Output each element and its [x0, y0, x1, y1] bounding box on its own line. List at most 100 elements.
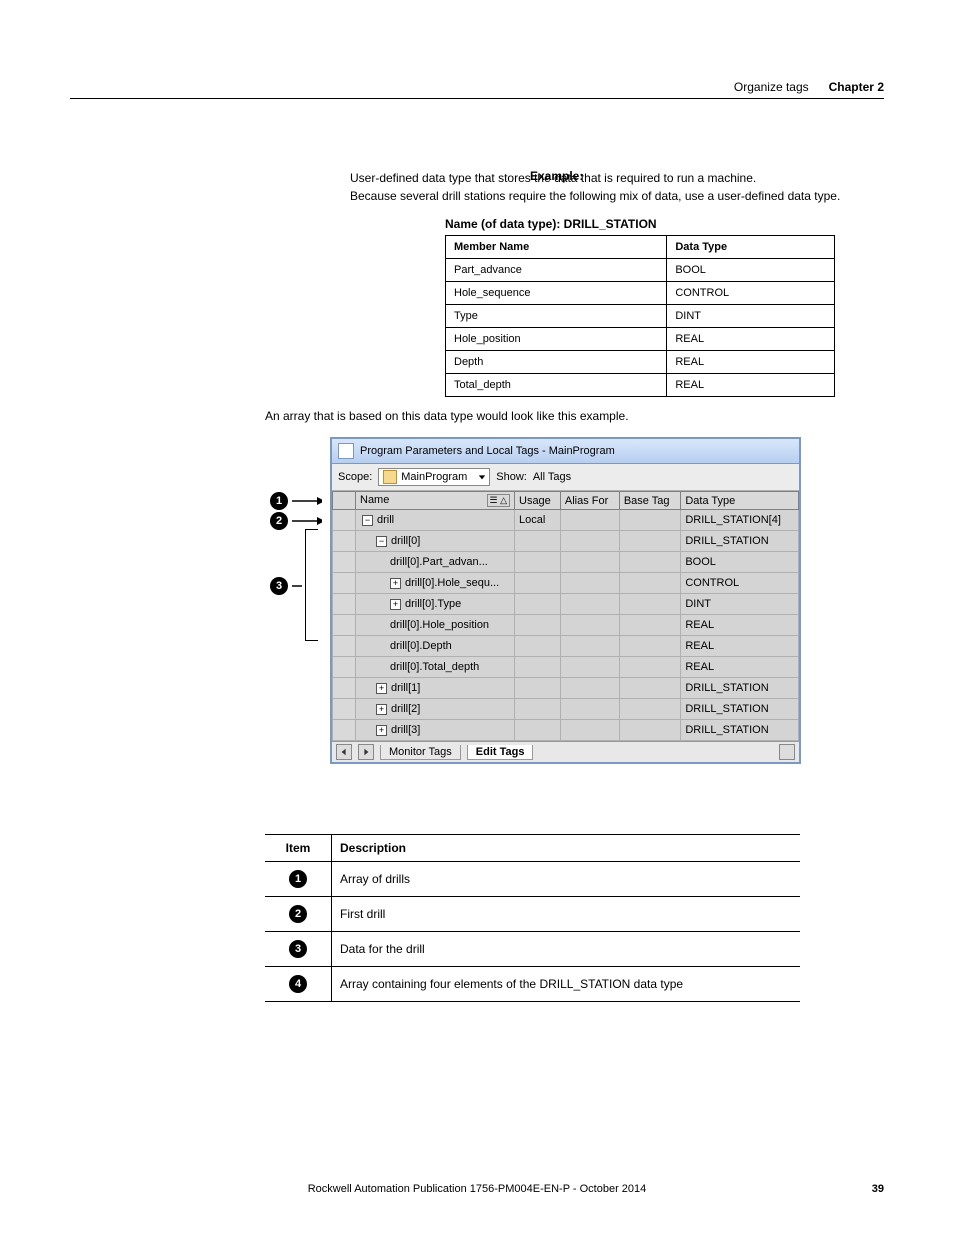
col-name[interactable]: Name ☰ △: [356, 492, 515, 510]
cell-datatype[interactable]: CONTROL: [681, 573, 799, 594]
scroll-left-button[interactable]: [336, 744, 352, 760]
cell-datatype[interactable]: DINT: [681, 594, 799, 615]
cell-alias[interactable]: [560, 636, 619, 657]
cell[interactable]: drill[0].Part_advan...: [356, 552, 515, 573]
cell-usage[interactable]: [515, 531, 561, 552]
cell-alias[interactable]: [560, 573, 619, 594]
row-header[interactable]: [333, 510, 356, 531]
col-datatype[interactable]: Data Type: [681, 492, 799, 510]
cell[interactable]: drill[0].Depth: [356, 636, 515, 657]
col-usage[interactable]: Usage: [515, 492, 561, 510]
row-header[interactable]: [333, 699, 356, 720]
expand-icon[interactable]: +: [376, 725, 387, 736]
col-alias[interactable]: Alias For: [560, 492, 619, 510]
cell-base[interactable]: [619, 531, 681, 552]
expand-icon[interactable]: +: [376, 704, 387, 715]
row-header[interactable]: [333, 657, 356, 678]
row-header[interactable]: [333, 573, 356, 594]
tab-edit[interactable]: Edit Tags: [467, 745, 534, 760]
row-header[interactable]: [333, 594, 356, 615]
table-row[interactable]: −drill[0] DRILL_STATION: [333, 531, 799, 552]
legend-desc-4: Array containing four elements of the DR…: [332, 967, 801, 1002]
cell-usage[interactable]: Local: [515, 510, 561, 531]
cell[interactable]: −drill[0]: [356, 531, 515, 552]
table-row[interactable]: drill[0].Depth REAL: [333, 636, 799, 657]
table-row[interactable]: +drill[2] DRILL_STATION: [333, 699, 799, 720]
cell-base[interactable]: [619, 699, 681, 720]
cell-datatype[interactable]: DRILL_STATION[4]: [681, 510, 799, 531]
cell-usage[interactable]: [515, 657, 561, 678]
cell-base[interactable]: [619, 636, 681, 657]
row-header[interactable]: [333, 552, 356, 573]
cell-base[interactable]: [619, 720, 681, 741]
cell-base[interactable]: [619, 615, 681, 636]
cell-usage[interactable]: [515, 636, 561, 657]
cell-usage[interactable]: [515, 594, 561, 615]
cell-alias[interactable]: [560, 699, 619, 720]
tab-monitor[interactable]: Monitor Tags: [380, 745, 461, 760]
cell-datatype[interactable]: DRILL_STATION: [681, 720, 799, 741]
cell-alias[interactable]: [560, 720, 619, 741]
table-row[interactable]: drill[0].Hole_position REAL: [333, 615, 799, 636]
arrow-right-icon: [292, 516, 322, 526]
cell-alias[interactable]: [560, 552, 619, 573]
cell[interactable]: drill[0].Hole_position: [356, 615, 515, 636]
cell-usage[interactable]: [515, 615, 561, 636]
expand-icon[interactable]: +: [390, 578, 401, 589]
cell-base[interactable]: [619, 657, 681, 678]
expand-icon[interactable]: +: [376, 683, 387, 694]
cell-datatype[interactable]: DRILL_STATION: [681, 699, 799, 720]
cell-alias[interactable]: [560, 615, 619, 636]
expand-icon[interactable]: +: [390, 599, 401, 610]
row-header[interactable]: [333, 531, 356, 552]
table-row[interactable]: drill[0].Total_depth REAL: [333, 657, 799, 678]
scroll-right-button[interactable]: [358, 744, 374, 760]
cell-datatype[interactable]: BOOL: [681, 552, 799, 573]
cell-base[interactable]: [619, 573, 681, 594]
cell-datatype[interactable]: DRILL_STATION: [681, 678, 799, 699]
cell-usage[interactable]: [515, 552, 561, 573]
sort-icon[interactable]: ☰ △: [487, 494, 511, 507]
cell[interactable]: +drill[0].Hole_sequ...: [356, 573, 515, 594]
collapse-icon[interactable]: −: [362, 515, 373, 526]
col-base[interactable]: Base Tag: [619, 492, 681, 510]
cell-usage[interactable]: [515, 573, 561, 594]
row-header[interactable]: [333, 636, 356, 657]
table-row[interactable]: +drill[3] DRILL_STATION: [333, 720, 799, 741]
cell-base[interactable]: [619, 552, 681, 573]
cell-base[interactable]: [619, 678, 681, 699]
cell-alias[interactable]: [560, 531, 619, 552]
cell[interactable]: +drill[1]: [356, 678, 515, 699]
cell[interactable]: +drill[3]: [356, 720, 515, 741]
table-row[interactable]: +drill[0].Type DINT: [333, 594, 799, 615]
cell-base[interactable]: [619, 594, 681, 615]
udt-cell: REAL: [667, 351, 835, 374]
scope-combo[interactable]: MainProgram: [378, 468, 490, 486]
row-header[interactable]: [333, 615, 356, 636]
collapse-icon[interactable]: −: [376, 536, 387, 547]
row-header[interactable]: [333, 720, 356, 741]
cell-datatype[interactable]: REAL: [681, 657, 799, 678]
cell-base[interactable]: [619, 510, 681, 531]
header-chapter: Chapter 2: [829, 80, 884, 94]
table-row[interactable]: drill[0].Part_advan... BOOL: [333, 552, 799, 573]
cell[interactable]: −drill: [356, 510, 515, 531]
cell-datatype[interactable]: DRILL_STATION: [681, 531, 799, 552]
cell-usage[interactable]: [515, 699, 561, 720]
row-header[interactable]: [333, 678, 356, 699]
cell-alias[interactable]: [560, 678, 619, 699]
scroll-end-button[interactable]: [779, 744, 795, 760]
cell[interactable]: +drill[0].Type: [356, 594, 515, 615]
table-row[interactable]: +drill[1] DRILL_STATION: [333, 678, 799, 699]
cell[interactable]: drill[0].Total_depth: [356, 657, 515, 678]
cell-alias[interactable]: [560, 657, 619, 678]
cell-usage[interactable]: [515, 678, 561, 699]
cell[interactable]: +drill[2]: [356, 699, 515, 720]
cell-datatype[interactable]: REAL: [681, 615, 799, 636]
cell-alias[interactable]: [560, 510, 619, 531]
table-row[interactable]: +drill[0].Hole_sequ... CONTROL: [333, 573, 799, 594]
cell-datatype[interactable]: REAL: [681, 636, 799, 657]
cell-alias[interactable]: [560, 594, 619, 615]
table-row[interactable]: −drillLocal DRILL_STATION[4]: [333, 510, 799, 531]
cell-usage[interactable]: [515, 720, 561, 741]
